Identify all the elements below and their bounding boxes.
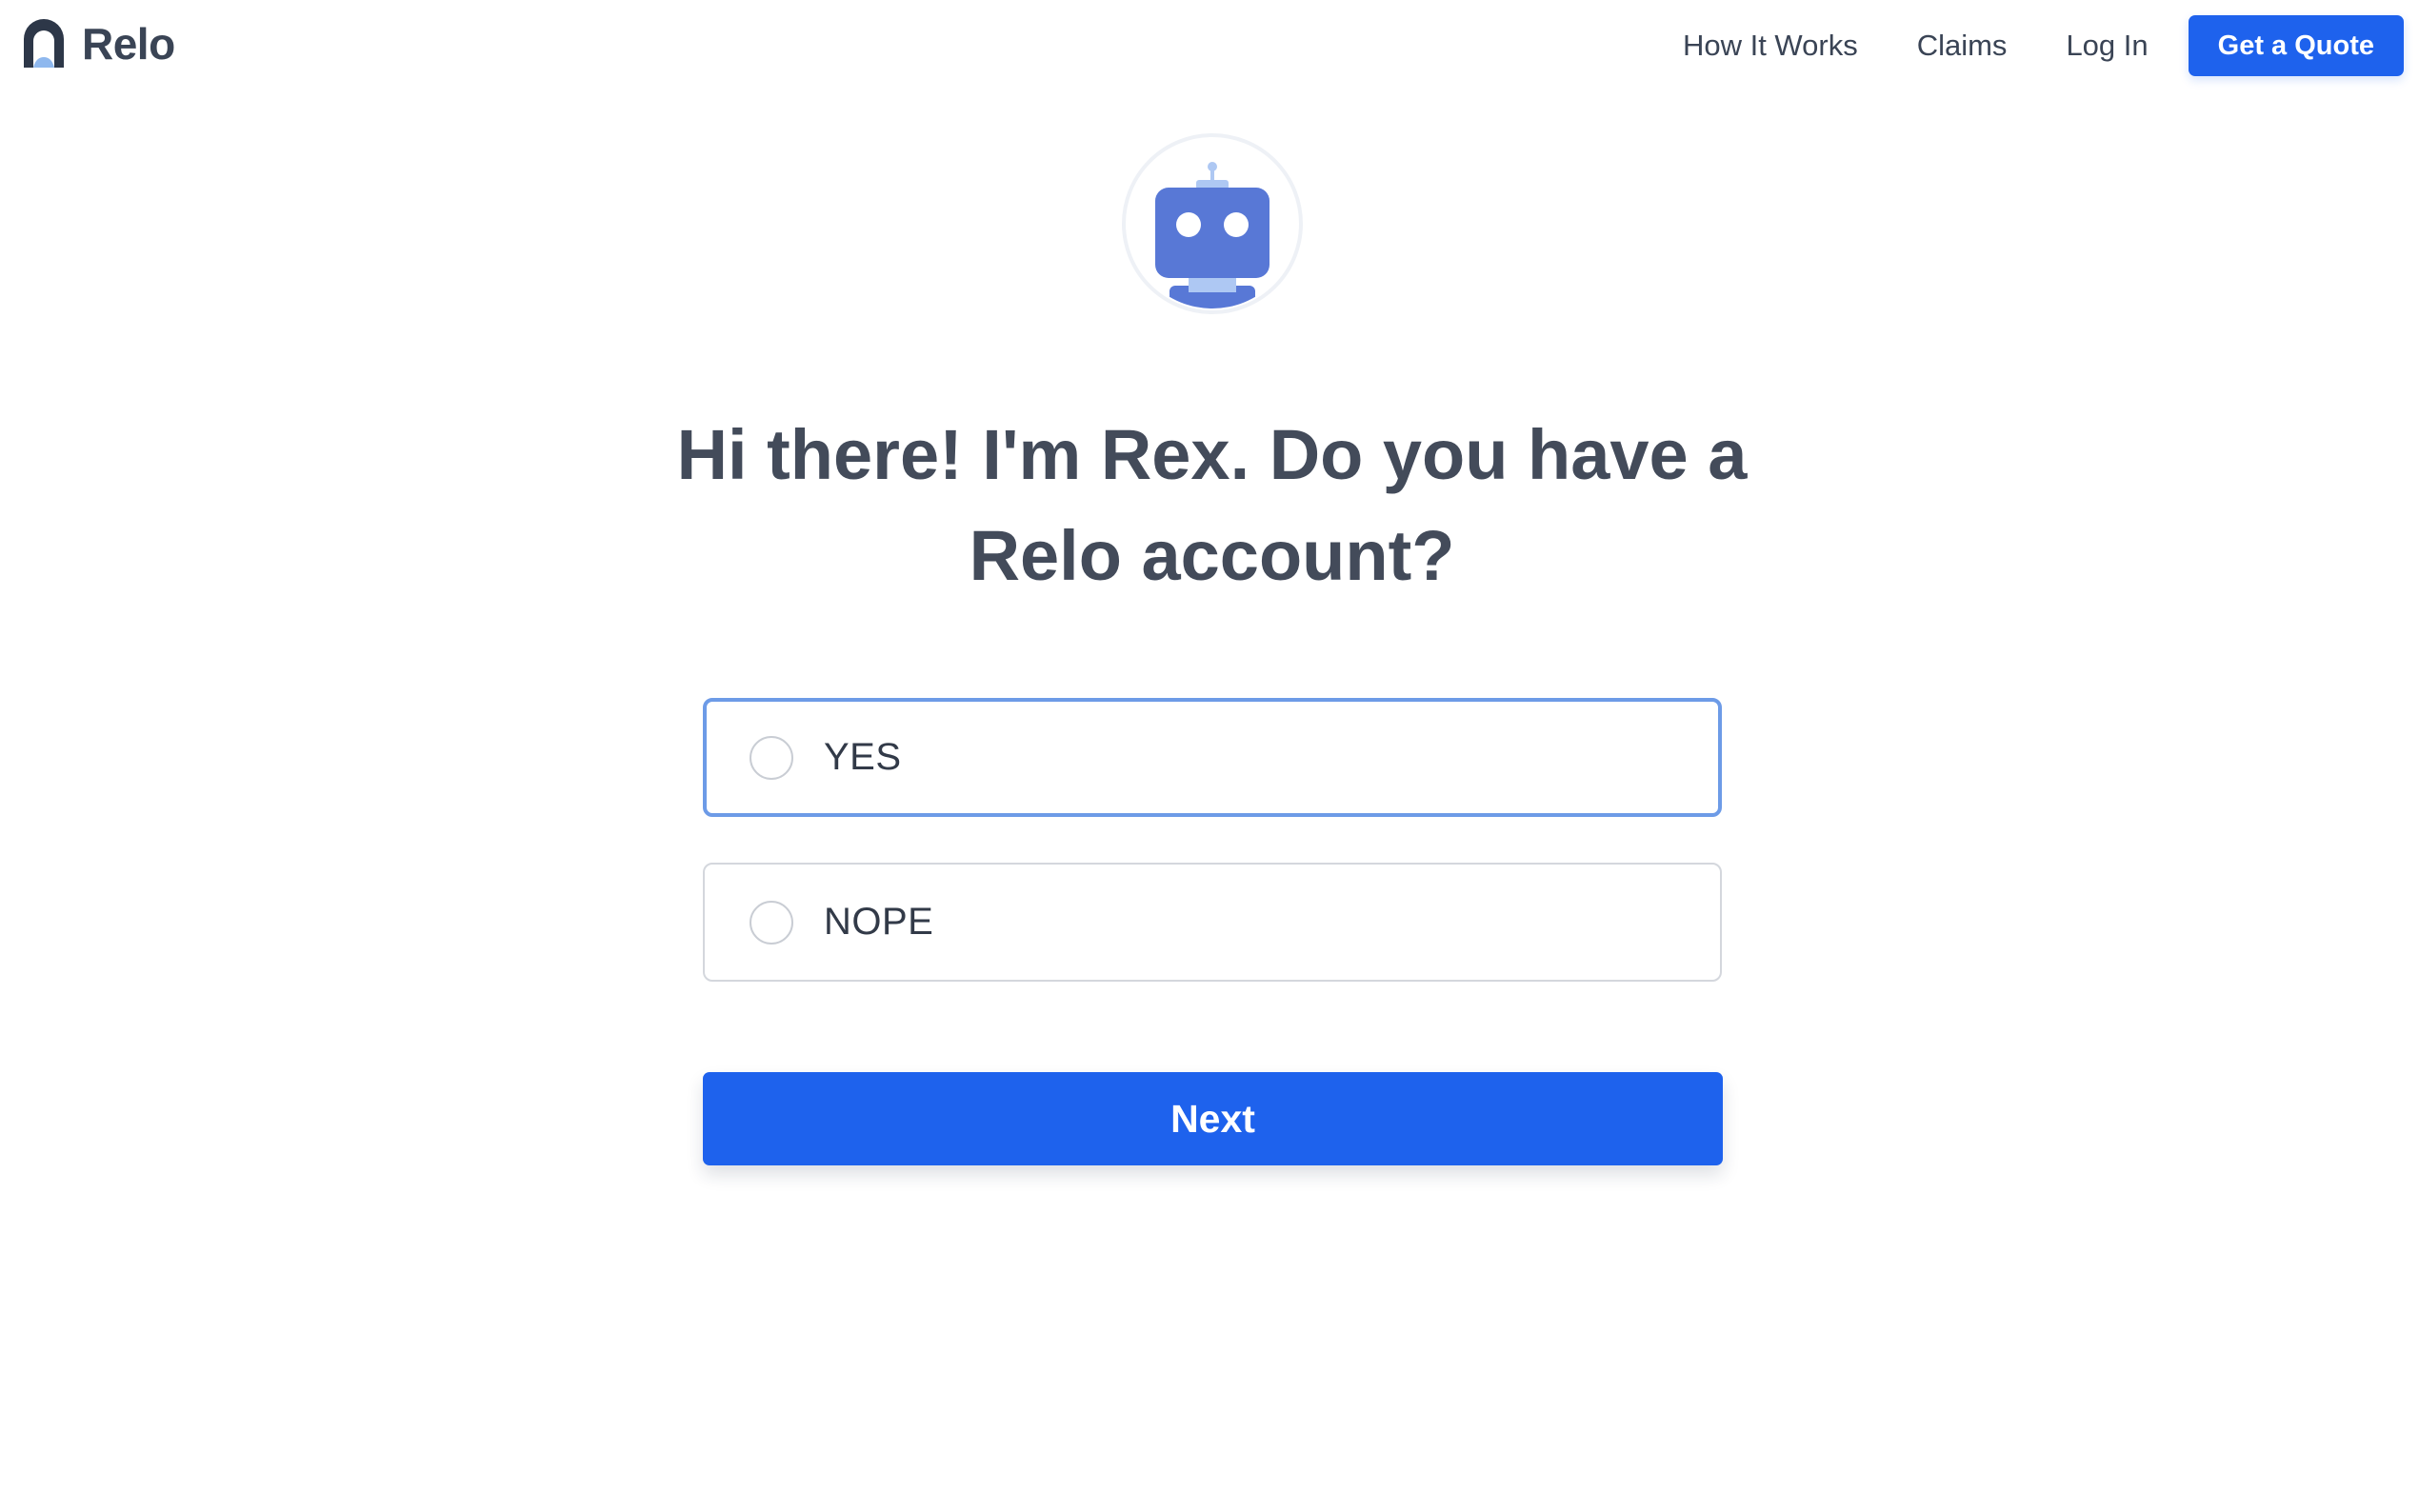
yes-radio[interactable] <box>750 735 793 780</box>
question-heading: Hi there! I'm Rex. Do you have a Relo ac… <box>676 415 1748 595</box>
get-a-quote-button[interactable]: Get a Quote <box>2188 15 2404 76</box>
nope-radio[interactable] <box>750 900 793 945</box>
nav-how-it-works[interactable]: How It Works <box>1683 29 1858 63</box>
brand-name: Relo <box>82 19 175 69</box>
robot-avatar-icon <box>1122 133 1303 314</box>
page: Relo How It Works Claims Log In Get a Qu… <box>0 0 2419 1512</box>
option-nope[interactable]: NOPE <box>703 863 1722 982</box>
option-yes[interactable]: YES <box>703 698 1722 817</box>
option-nope-label: NOPE <box>824 901 934 943</box>
relo-logo-icon <box>24 19 64 68</box>
nav-log-in[interactable]: Log In <box>2066 29 2148 63</box>
nav-claims[interactable]: Claims <box>1917 29 2008 63</box>
top-nav: How It Works Claims Log In Get a Quote <box>1683 15 2404 76</box>
option-yes-label: YES <box>824 736 902 778</box>
brand[interactable]: Relo <box>21 17 175 70</box>
next-button[interactable]: Next <box>703 1072 1723 1165</box>
